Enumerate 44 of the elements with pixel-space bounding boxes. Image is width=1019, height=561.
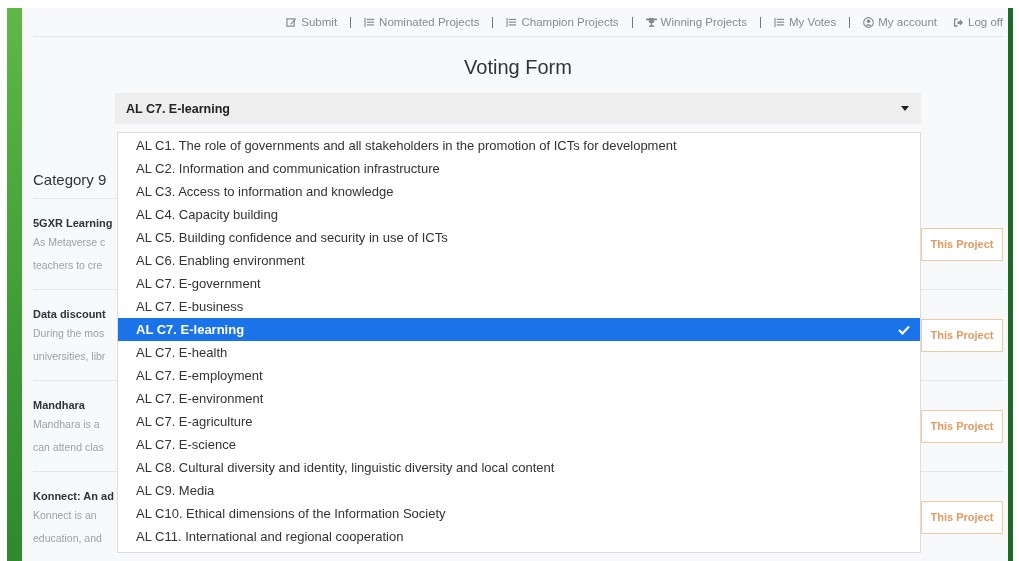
category-select[interactable]: AL C7. E-learning	[115, 93, 921, 124]
check-icon	[898, 324, 910, 335]
project-title: Konnect: An ad	[33, 489, 114, 504]
dropdown-option[interactable]: AL C9. Media	[118, 479, 920, 502]
dropdown-option[interactable]: AL C7. E-agriculture	[118, 410, 920, 433]
edit-icon	[286, 16, 298, 28]
logout-icon	[953, 16, 965, 28]
list-icon	[364, 16, 376, 28]
project-description: universities, libr	[33, 349, 106, 364]
category-heading: Category 9	[33, 171, 117, 199]
dropdown-option[interactable]: AL C7. E-health	[118, 341, 920, 364]
nav-link[interactable]: My account	[863, 16, 938, 28]
dropdown-option[interactable]: AL C7. E-business	[118, 295, 920, 318]
project-description: During the mos	[33, 326, 106, 341]
project-description: As Metaverse c	[33, 235, 107, 250]
project-description: can attend clas	[33, 440, 104, 455]
dropdown-option[interactable]: AL C7. E-learning	[118, 318, 920, 341]
page-title: Voting Form	[463, 56, 573, 79]
dropdown-option[interactable]: AL C7. E-science	[118, 433, 920, 456]
project-description: education, and	[33, 531, 103, 546]
dropdown-option[interactable]: AL C3. Access to information and knowledge	[118, 180, 920, 203]
list-icon	[773, 16, 785, 28]
dropdown-option[interactable]: AL C5. Building confidence and security in use of ICTs	[118, 226, 920, 249]
project-title: Data discount	[33, 307, 106, 322]
dropdown-option[interactable]: AL C1. The role of governments and all stakeholders in the promotion of ICTs for development	[118, 134, 920, 157]
dropdown-option[interactable]: AL C6. Enabling environment	[118, 249, 920, 272]
dropdown-option[interactable]: AL C7. E-environment	[118, 387, 920, 410]
dropdown-option[interactable]: AL C7. E-government	[118, 272, 920, 295]
caret-icon	[901, 106, 909, 111]
project-description: Mandhara is a	[33, 417, 101, 432]
dropdown-option[interactable]: AL C11. International and regional cooperation	[118, 525, 920, 548]
dropdown-option[interactable]: AL C4. Capacity building	[118, 203, 920, 226]
list-icon	[506, 16, 518, 28]
project-description: Konnect is an	[33, 508, 98, 523]
dropdown-option[interactable]: AL C2. Information and communication infrastructure	[118, 157, 920, 180]
dropdown-option[interactable]: AL C8. Cultural diversity and identity, linguistic diversity and local content	[118, 456, 920, 479]
trophy-icon	[645, 16, 657, 28]
project-title: 5GXR Learning	[33, 216, 113, 231]
dropdown-option[interactable]: AL C10. Ethical dimensions of the Information Society	[118, 502, 920, 525]
user-icon	[863, 16, 875, 28]
project-title: Mandhara	[33, 398, 86, 413]
project-description: teachers to cre	[33, 258, 104, 273]
dropdown-option[interactable]: AL C7. E-employment	[118, 364, 920, 387]
nav-link[interactable]: Log off	[953, 16, 1003, 28]
